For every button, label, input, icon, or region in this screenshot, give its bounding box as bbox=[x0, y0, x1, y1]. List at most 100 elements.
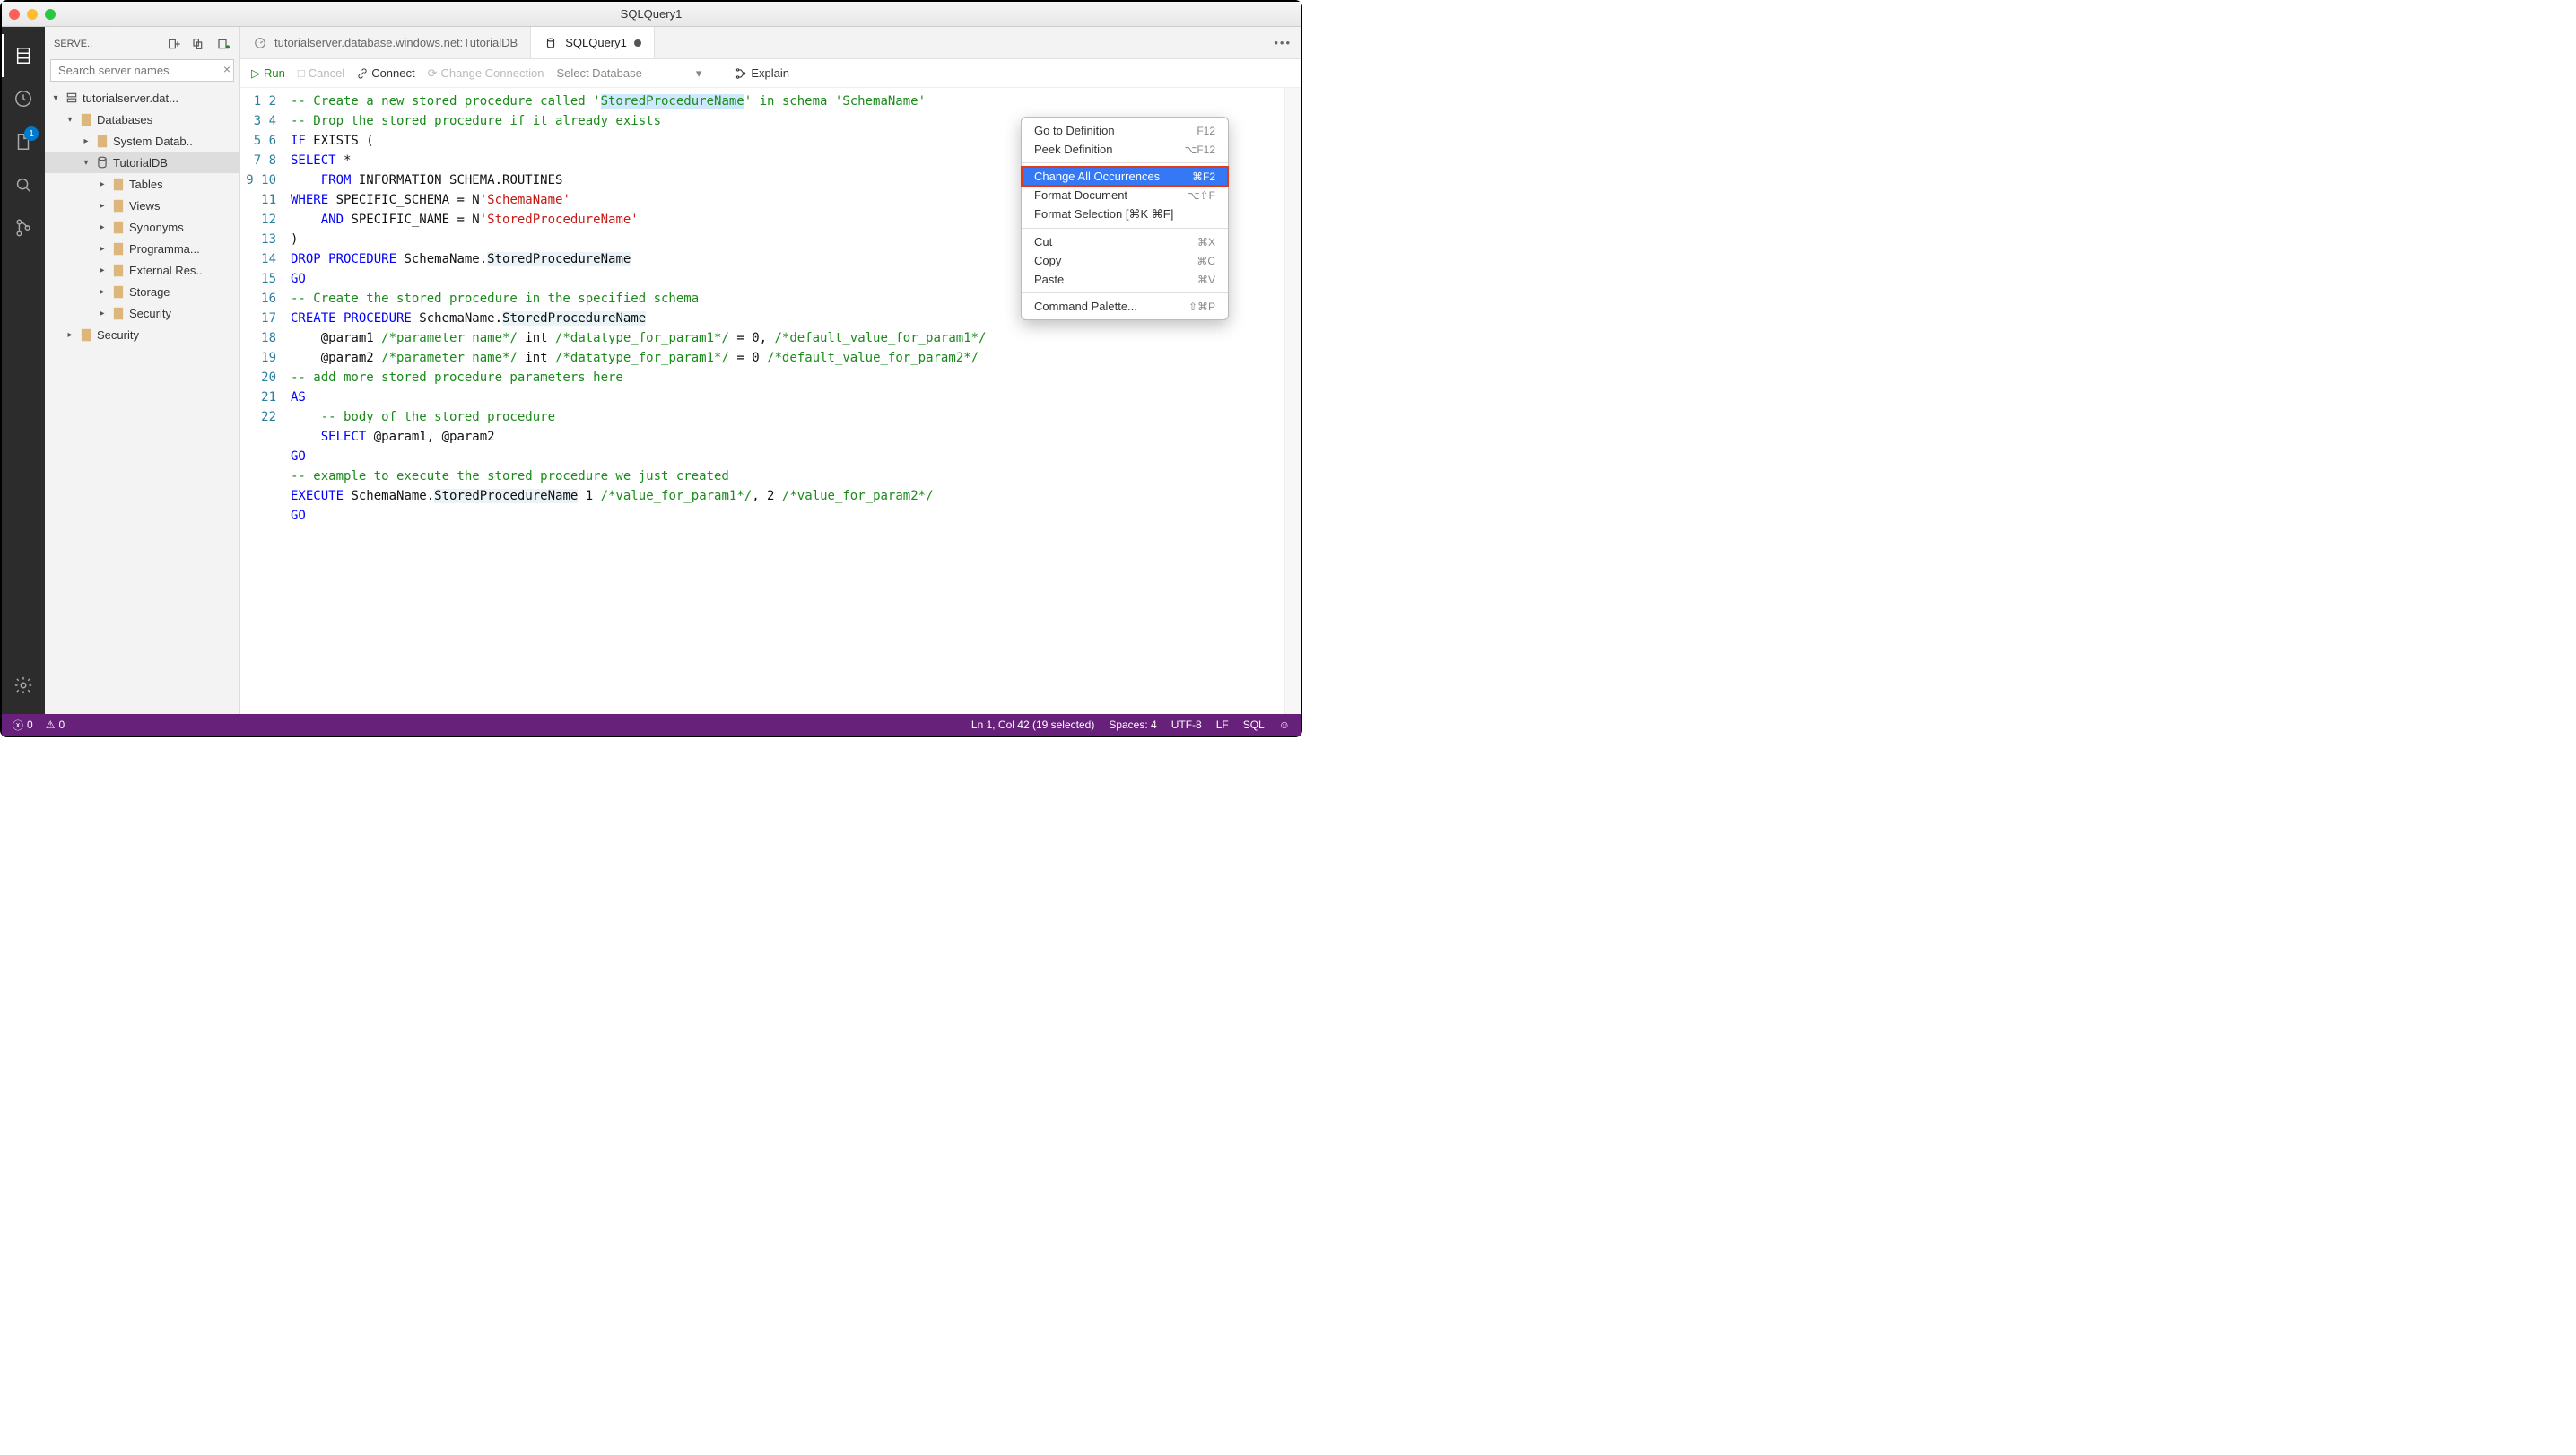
explorer-badge: 1 bbox=[24, 126, 39, 141]
chevron-right-icon: ▸ bbox=[97, 244, 108, 254]
cm-change-all-occurrences[interactable]: Change All Occurrences ⌘F2 bbox=[1022, 167, 1228, 186]
status-eol[interactable]: LF bbox=[1216, 719, 1229, 731]
connect-button[interactable]: Connect bbox=[357, 66, 414, 80]
cancel-button: □ Cancel bbox=[298, 66, 344, 80]
connect-icon bbox=[357, 68, 368, 79]
status-language[interactable]: SQL bbox=[1243, 719, 1265, 731]
folder-icon: ▇ bbox=[111, 284, 126, 299]
cm-peek-definition[interactable]: Peek Definition ⌥F12 bbox=[1022, 140, 1228, 159]
source-control-icon[interactable] bbox=[2, 206, 45, 249]
tab-dashboard[interactable]: tutorialserver.database.windows.net:Tuto… bbox=[240, 27, 531, 58]
tree-systemdb[interactable]: ▸ ▇ System Datab.. bbox=[45, 130, 239, 152]
close-window-button[interactable] bbox=[9, 9, 20, 20]
chevron-down-icon: ▾ bbox=[50, 93, 61, 103]
sql-file-icon bbox=[544, 36, 558, 50]
tree-views[interactable]: ▸ ▇ Views bbox=[45, 195, 239, 216]
window-title: SQLQuery1 bbox=[2, 7, 1301, 21]
run-button[interactable]: ▷ Run bbox=[251, 66, 285, 81]
status-spaces[interactable]: Spaces: 4 bbox=[1109, 719, 1156, 731]
cm-copy[interactable]: Copy ⌘C bbox=[1022, 251, 1228, 270]
folder-icon: ▇ bbox=[111, 198, 126, 213]
tree-programmability[interactable]: ▸ ▇ Programma... bbox=[45, 238, 239, 259]
titlebar: SQLQuery1 bbox=[2, 2, 1301, 27]
tree-tutorialdb[interactable]: ▾ TutorialDB bbox=[45, 152, 239, 173]
error-icon: ⓧ bbox=[13, 718, 23, 733]
cm-format-document[interactable]: Format Document ⌥⇧F bbox=[1022, 186, 1228, 205]
cm-paste[interactable]: Paste ⌘V bbox=[1022, 270, 1228, 289]
warning-icon: ⚠ bbox=[46, 719, 56, 731]
chevron-right-icon: ▸ bbox=[97, 179, 108, 189]
server-icon bbox=[65, 91, 79, 105]
chevron-right-icon: ▸ bbox=[97, 222, 108, 232]
tree-synonyms[interactable]: ▸ ▇ Synonyms bbox=[45, 216, 239, 238]
maximize-window-button[interactable] bbox=[45, 9, 56, 20]
tree-security-outer[interactable]: ▸ ▇ Security bbox=[45, 324, 239, 345]
select-database-dropdown[interactable]: Select Database ▾ bbox=[556, 66, 701, 81]
tab-overflow-button[interactable]: ••• bbox=[1265, 36, 1301, 49]
line-gutter: 1 2 3 4 5 6 7 8 9 10 11 12 13 14 15 16 1… bbox=[240, 88, 285, 714]
cm-goto-definition[interactable]: Go to Definition F12 bbox=[1022, 121, 1228, 140]
explain-button[interactable]: Explain bbox=[735, 66, 789, 80]
change-connection-label: Change Connection bbox=[441, 66, 544, 80]
tree-databases-label: Databases bbox=[97, 113, 152, 126]
tree-security-inner[interactable]: ▸ ▇ Security bbox=[45, 302, 239, 324]
status-cursor-position[interactable]: Ln 1, Col 42 (19 selected) bbox=[971, 719, 1094, 731]
clear-search-icon[interactable]: × bbox=[223, 62, 231, 76]
activity-bar: 1 bbox=[2, 27, 45, 714]
search-icon[interactable] bbox=[2, 163, 45, 206]
explain-label: Explain bbox=[751, 66, 789, 80]
history-icon[interactable] bbox=[2, 77, 45, 120]
folder-icon: ▇ bbox=[111, 241, 126, 256]
tree-server-label: tutorialserver.dat... bbox=[83, 91, 178, 105]
tree-server[interactable]: ▾ tutorialserver.dat... bbox=[45, 87, 239, 109]
feedback-icon[interactable]: ☺ bbox=[1279, 719, 1290, 731]
tree-systemdb-label: System Datab.. bbox=[113, 135, 193, 148]
folder-icon: ▇ bbox=[111, 220, 126, 234]
explain-icon bbox=[735, 67, 747, 80]
explorer-icon[interactable]: 1 bbox=[2, 120, 45, 163]
side-panel: SERVE.. × ▾ tutorialserver.dat... bbox=[45, 27, 240, 714]
server-action-icon[interactable] bbox=[214, 34, 234, 54]
minimap[interactable] bbox=[1284, 88, 1301, 714]
change-connection-icon: ⟳ bbox=[428, 66, 438, 81]
settings-icon[interactable] bbox=[2, 664, 45, 707]
status-warnings[interactable]: ⚠ 0 bbox=[46, 719, 65, 731]
new-group-icon[interactable] bbox=[189, 34, 209, 54]
cm-command-palette[interactable]: Command Palette... ⇧⌘P bbox=[1022, 297, 1228, 316]
tab-sqlquery[interactable]: SQLQuery1 bbox=[531, 27, 655, 58]
tree-external-resources[interactable]: ▸ ▇ External Res.. bbox=[45, 259, 239, 281]
folder-icon: ▇ bbox=[79, 112, 93, 126]
chevron-right-icon: ▸ bbox=[97, 201, 108, 211]
cm-cut[interactable]: Cut ⌘X bbox=[1022, 232, 1228, 251]
connect-label: Connect bbox=[371, 66, 414, 80]
chevron-down-icon: ▾ bbox=[65, 115, 75, 125]
minimize-window-button[interactable] bbox=[27, 9, 38, 20]
tree-tables[interactable]: ▸ ▇ Tables bbox=[45, 173, 239, 195]
editor-tabs: tutorialserver.database.windows.net:Tuto… bbox=[240, 27, 1301, 59]
server-search[interactable]: × bbox=[50, 59, 234, 82]
server-search-input[interactable] bbox=[50, 59, 234, 82]
tree-storage[interactable]: ▸ ▇ Storage bbox=[45, 281, 239, 302]
cm-format-selection[interactable]: Format Selection [⌘K ⌘F] bbox=[1022, 205, 1228, 224]
status-errors[interactable]: ⓧ 0 bbox=[13, 718, 33, 733]
new-connection-icon[interactable] bbox=[164, 34, 184, 54]
folder-icon: ▇ bbox=[111, 306, 126, 320]
status-encoding[interactable]: UTF-8 bbox=[1171, 719, 1202, 731]
play-icon: ▷ bbox=[251, 66, 260, 81]
dashboard-icon bbox=[253, 36, 267, 50]
tree-tutorialdb-label: TutorialDB bbox=[113, 156, 168, 170]
cm-separator bbox=[1022, 292, 1228, 293]
server-tree: ▾ tutorialserver.dat... ▾ ▇ Databases ▸ … bbox=[45, 87, 239, 714]
tree-extres-label: External Res.. bbox=[129, 264, 203, 277]
folder-icon: ▇ bbox=[95, 134, 109, 148]
chevron-down-icon: ▾ bbox=[81, 158, 91, 168]
folder-icon: ▇ bbox=[111, 177, 126, 191]
servers-icon[interactable] bbox=[2, 34, 45, 77]
chevron-right-icon: ▸ bbox=[65, 330, 75, 340]
side-panel-title: SERVE.. bbox=[54, 39, 92, 49]
cancel-label: Cancel bbox=[309, 66, 344, 80]
tree-databases[interactable]: ▾ ▇ Databases bbox=[45, 109, 239, 130]
cm-separator bbox=[1022, 162, 1228, 163]
folder-icon: ▇ bbox=[111, 263, 126, 277]
tab-sqlquery-label: SQLQuery1 bbox=[565, 36, 627, 49]
